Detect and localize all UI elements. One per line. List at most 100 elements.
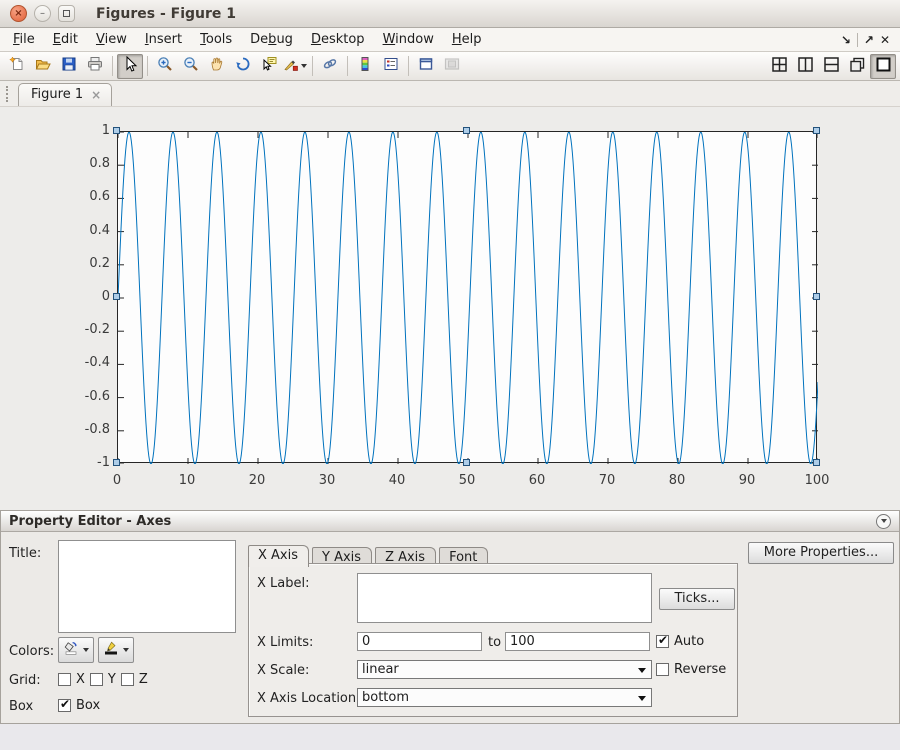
property-editor-body: Title: Colors: Grid: X Y Z Box Box <box>1 532 899 724</box>
x-tick-label: 100 <box>792 473 842 488</box>
auto-label: Auto <box>674 634 704 649</box>
rotate-3d-icon <box>235 56 251 76</box>
layout-split-horizontal-button[interactable] <box>818 54 844 79</box>
menu-desktop[interactable]: Desktop <box>302 30 374 49</box>
close-window-icon[interactable]: × <box>10 5 27 22</box>
tab-close-icon[interactable]: × <box>91 88 101 102</box>
layout-maximize-button[interactable] <box>870 54 896 79</box>
zoom-in-icon <box>157 56 173 76</box>
sine-plot <box>118 132 818 464</box>
link-plot-icon <box>322 56 338 76</box>
tab-figure-1[interactable]: Figure 1 × <box>18 83 112 106</box>
box-label: Box <box>9 699 33 714</box>
collapse-panel-icon[interactable] <box>876 514 891 529</box>
data-cursor-button[interactable] <box>256 54 282 79</box>
x-scale-dropdown[interactable]: linear <box>357 660 652 679</box>
layout-split-vertical-icon <box>797 56 814 77</box>
selection-handle[interactable] <box>813 127 820 134</box>
menubar-items: FileEditViewInsertToolsDebugDesktopWindo… <box>4 30 491 49</box>
menu-tools[interactable]: Tools <box>191 30 241 49</box>
grid-y-checkbox[interactable] <box>90 673 103 686</box>
menubar: FileEditViewInsertToolsDebugDesktopWindo… <box>0 28 900 52</box>
x-scale-label: X Scale: <box>257 663 309 678</box>
plot-axes[interactable] <box>117 131 817 463</box>
ticks-button[interactable]: Ticks... <box>659 588 735 610</box>
x-limits-to-label: to <box>488 635 501 650</box>
hide-plot-tools-button[interactable] <box>413 54 439 79</box>
figure-canvas[interactable]: 0102030405060708090100-1-0.8-0.6-0.4-0.2… <box>0 107 900 510</box>
print-figure-button[interactable] <box>82 54 108 79</box>
x-tick-label: 0 <box>92 473 142 488</box>
grid-x-checkbox[interactable] <box>58 673 71 686</box>
x-label-input[interactable] <box>357 573 652 623</box>
selection-handle[interactable] <box>813 293 820 300</box>
grid-z-checkbox[interactable] <box>121 673 134 686</box>
selection-handle[interactable] <box>463 459 470 466</box>
titlebar[interactable]: × – Figures - Figure 1 <box>0 0 900 28</box>
tabbar-grip[interactable] <box>6 86 10 102</box>
link-plot-button[interactable] <box>317 54 343 79</box>
close-icon[interactable]: ✕ <box>880 33 890 47</box>
new-figure-button[interactable] <box>4 54 30 79</box>
menu-window[interactable]: Window <box>374 30 443 49</box>
more-properties-button[interactable]: More Properties... <box>748 542 894 564</box>
reverse-checkbox[interactable] <box>656 663 669 676</box>
layout-float-button[interactable] <box>844 54 870 79</box>
layout-split-vertical-button[interactable] <box>792 54 818 79</box>
menu-file[interactable]: File <box>4 30 44 49</box>
open-file-icon <box>35 56 51 76</box>
insert-legend-button[interactable] <box>378 54 404 79</box>
property-editor-header[interactable]: Property Editor - Axes <box>1 511 899 532</box>
x-tick-label: 20 <box>232 473 282 488</box>
menu-edit[interactable]: Edit <box>44 30 87 49</box>
menu-debug[interactable]: Debug <box>241 30 302 49</box>
rotate-3d-button[interactable] <box>230 54 256 79</box>
pan-hand-button[interactable] <box>204 54 230 79</box>
open-file-button[interactable] <box>30 54 56 79</box>
y-tick-label: -1 <box>64 454 110 472</box>
dock-icon[interactable]: ↘ <box>841 33 851 47</box>
toolbar-right <box>766 54 896 79</box>
edit-plot-cursor-button[interactable] <box>117 54 143 79</box>
y-tick-label: 1 <box>64 122 110 140</box>
layout-split-horizontal-icon <box>823 56 840 77</box>
brush-data-button[interactable] <box>282 54 308 79</box>
menu-insert[interactable]: Insert <box>136 30 191 49</box>
zoom-in-button[interactable] <box>152 54 178 79</box>
selection-handle[interactable] <box>463 127 470 134</box>
y-tick-label: -0.6 <box>64 388 110 406</box>
y-tick-label: 0.6 <box>64 188 110 206</box>
pan-hand-icon <box>209 56 225 76</box>
auto-checkbox[interactable] <box>656 635 669 648</box>
insert-colorbar-button[interactable] <box>352 54 378 79</box>
layout-grid-button[interactable] <box>766 54 792 79</box>
figures-window: × – Figures - Figure 1 FileEditViewInser… <box>0 0 900 750</box>
selection-handle[interactable] <box>113 459 120 466</box>
maximize-window-icon[interactable] <box>58 5 75 22</box>
fill-color-picker-button[interactable] <box>58 637 94 663</box>
y-tick-label: -0.8 <box>64 421 110 439</box>
edit-plot-cursor-icon <box>122 56 138 76</box>
minimize-window-icon[interactable]: – <box>34 5 51 22</box>
show-plot-tools-icon <box>444 56 460 76</box>
title-input[interactable] <box>58 540 236 633</box>
x-axis-location-dropdown[interactable]: bottom <box>357 688 652 707</box>
x-limits-max-input[interactable]: 100 <box>505 632 650 651</box>
toolbar <box>0 52 900 81</box>
sine-curve[interactable] <box>118 132 818 464</box>
tab-x-axis[interactable]: X Axis <box>248 545 309 567</box>
undock-icon[interactable]: ↗ <box>864 33 874 47</box>
menu-help[interactable]: Help <box>443 30 491 49</box>
line-color-picker-button[interactable] <box>98 637 134 663</box>
selection-handle[interactable] <box>813 459 820 466</box>
selection-handle[interactable] <box>113 127 120 134</box>
box-checkbox[interactable] <box>58 699 71 712</box>
x-limits-min-input[interactable]: 0 <box>357 632 482 651</box>
brush-data-icon <box>283 56 299 76</box>
toolbar-separator <box>347 56 348 76</box>
menu-view[interactable]: View <box>87 30 136 49</box>
save-figure-button[interactable] <box>56 54 82 79</box>
zoom-out-button[interactable] <box>178 54 204 79</box>
dropdown-arrow-icon[interactable] <box>301 64 307 68</box>
selection-handle[interactable] <box>113 293 120 300</box>
